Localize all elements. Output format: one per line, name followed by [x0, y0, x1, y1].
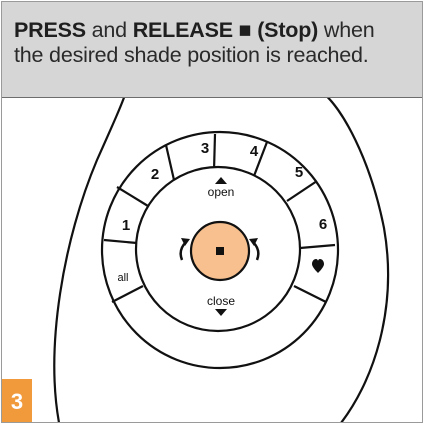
open-label[interactable]: open	[208, 185, 235, 199]
close-label[interactable]: close	[207, 294, 235, 308]
ring-button-4[interactable]: 4	[250, 143, 259, 160]
when-word: when	[318, 18, 375, 42]
stop-symbol: ■	[232, 18, 258, 42]
press-word: PRESS	[14, 18, 86, 42]
stop-square-icon	[216, 247, 224, 255]
remote-diagram: 1 2 3 4 5 6 all open close	[53, 98, 390, 422]
ring-button-1[interactable]: 1	[122, 217, 130, 234]
ring-button-5[interactable]: 5	[295, 164, 303, 181]
instruction-text: PRESS and RELEASE ■ (Stop) when the desi…	[2, 2, 422, 98]
step-number-badge: 3	[2, 379, 32, 422]
and-word: and	[85, 18, 133, 42]
ring-button-all[interactable]: all	[117, 272, 128, 284]
ring-button-3[interactable]: 3	[201, 140, 209, 157]
release-word: RELEASE	[132, 18, 233, 42]
instruction-panel: PRESS and RELEASE ■ (Stop) when the desi…	[1, 1, 423, 423]
instruction-line-2: the desired shade position is reached.	[14, 43, 369, 67]
ring-button-6[interactable]: 6	[319, 216, 327, 233]
ring-button-2[interactable]: 2	[151, 166, 159, 183]
stop-word: (Stop)	[257, 18, 319, 42]
